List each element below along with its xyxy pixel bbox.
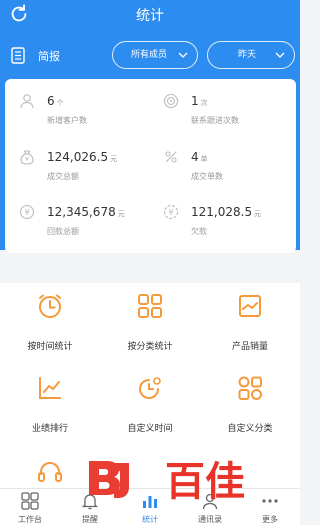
- menu-custom-time[interactable]: 自定义时间: [100, 365, 200, 445]
- stat-label: 成交总额: [47, 172, 79, 181]
- chevron-down-icon: [275, 52, 285, 58]
- menu-product-sales[interactable]: 产品销量: [200, 283, 300, 363]
- money-bag-icon: ¥: [20, 150, 34, 165]
- category-grid-icon: [138, 294, 162, 318]
- page-title: 统计: [136, 8, 164, 24]
- stat-label: 回款总额: [47, 227, 79, 236]
- tab-label: 统计: [142, 515, 158, 524]
- stat-unit: 次: [200, 99, 208, 107]
- tab-workbench[interactable]: 工作台: [0, 489, 60, 525]
- stat-label: 联系跟进次数: [191, 116, 239, 125]
- stat-label: 欠款: [191, 227, 207, 236]
- yen-coin-icon: ¥: [19, 204, 35, 220]
- brief-row: 简报 所有成员 昨天: [0, 40, 300, 72]
- stat-label: 成交单数: [191, 172, 223, 181]
- stat-unit: 元: [254, 210, 262, 218]
- stat-deal-total[interactable]: ¥ 124,026.5 元 成交总额: [13, 137, 143, 181]
- product-chart-icon: [239, 295, 261, 317]
- stat-value: 4: [191, 150, 199, 164]
- stat-payment-total[interactable]: ¥ 12,345,678 元 回款总额: [13, 192, 143, 236]
- tab-label: 更多: [262, 515, 278, 524]
- stat-unit: 单: [200, 155, 208, 163]
- target-icon: [163, 93, 179, 109]
- menu-label: 自定义时间: [127, 424, 173, 434]
- tab-label: 提醒: [82, 515, 98, 524]
- user-icon: [20, 94, 34, 109]
- document-icon: [11, 47, 25, 64]
- menu-performance-ranking[interactable]: 业绩排行: [0, 365, 100, 445]
- tab-label: 工作台: [18, 515, 42, 524]
- custom-category-icon: [238, 376, 262, 400]
- menu-label: 自定义分类: [227, 424, 273, 434]
- menu-by-time[interactable]: 按时间统计: [0, 283, 100, 363]
- members-filter-dropdown[interactable]: 所有成员: [112, 41, 198, 69]
- brief-label: 简报: [38, 50, 60, 63]
- svg-text:¥: ¥: [25, 157, 29, 164]
- stat-value: 121,028.5: [191, 205, 253, 219]
- stat-value: 1: [191, 94, 199, 108]
- stat-followups[interactable]: 1次 联系跟进次数: [157, 81, 287, 125]
- stat-unit: 元: [117, 210, 125, 218]
- brief-stats-card: 6个 新增客户数 1次 联系跟进次数 ¥ 124,026.5 元 成交总额 4单 …: [5, 79, 296, 253]
- stat-debt[interactable]: ¥ 121,028.5 元 欠款: [157, 192, 287, 236]
- custom-time-icon: [139, 377, 161, 399]
- watermark-text: 百佳: [165, 459, 245, 505]
- workbench-icon: [21, 492, 39, 510]
- stat-value: 6: [47, 94, 55, 108]
- svg-text:¥: ¥: [168, 208, 173, 217]
- stat-deal-count[interactable]: 4单 成交单数: [157, 137, 287, 181]
- stat-unit: 元: [110, 155, 118, 163]
- watermark-logo: 百佳: [89, 459, 245, 505]
- stat-unit: 个: [56, 99, 64, 107]
- stat-value: 124,026.5: [47, 150, 109, 164]
- stat-new-customers[interactable]: 6个 新增客户数: [13, 81, 143, 125]
- clock-icon: [39, 294, 61, 318]
- headset-icon: [38, 462, 62, 482]
- trend-line-icon: [39, 377, 61, 399]
- svg-text:¥: ¥: [24, 208, 29, 217]
- menu-label: 产品销量: [231, 342, 268, 352]
- period-filter-value: 昨天: [238, 50, 257, 60]
- stat-label: 新增客户数: [47, 116, 87, 125]
- tab-label: 通讯录: [198, 515, 222, 524]
- menu-label: 业绩排行: [31, 424, 68, 434]
- title-bar: 统计: [0, 0, 300, 30]
- menu-custom-category[interactable]: 自定义分类: [200, 365, 300, 445]
- chevron-down-icon: [178, 52, 188, 58]
- menu-by-category[interactable]: 按分类统计: [100, 283, 200, 363]
- period-filter-dropdown[interactable]: 昨天: [207, 41, 295, 69]
- debt-icon: ¥: [163, 204, 179, 220]
- members-filter-value: 所有成员: [131, 50, 168, 60]
- stat-value: 12,345,678: [47, 205, 116, 219]
- menu-label: 按分类统计: [127, 342, 173, 352]
- menu-label: 按时间统计: [27, 342, 73, 352]
- order-icon: [165, 151, 177, 163]
